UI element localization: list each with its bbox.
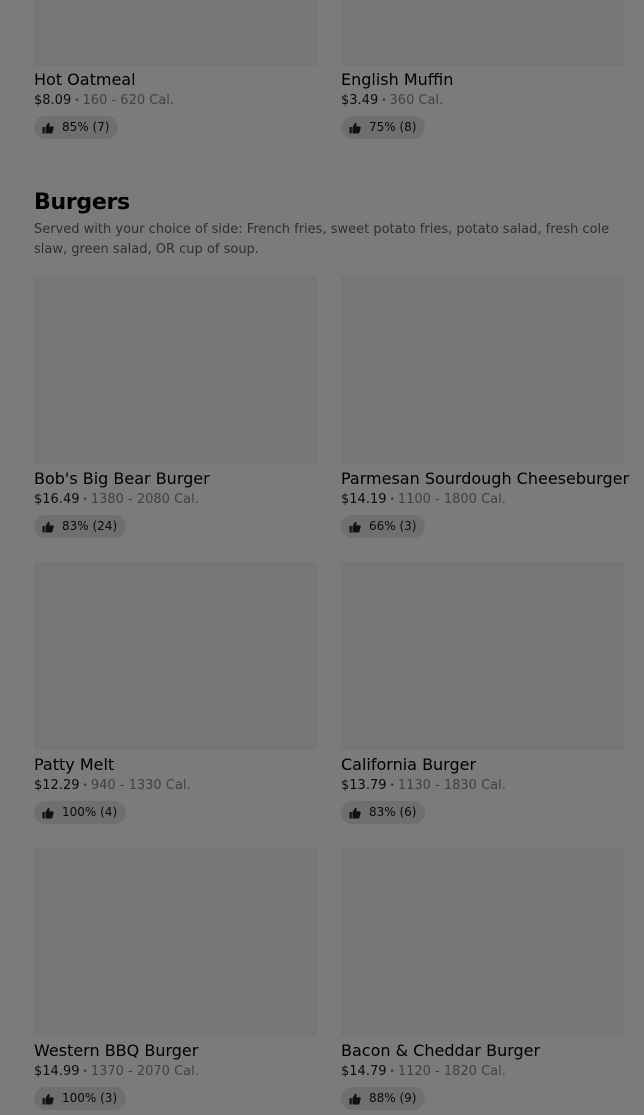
menu-item-card[interactable]: Bob's Big Bear Burger $16.49 • 1380 - 2080… — [34, 276, 317, 538]
rating-badge: 88% (9) — [341, 1087, 426, 1110]
item-name: Hot Oatmeal — [34, 70, 136, 89]
rating-text: 100% (4) — [62, 805, 118, 819]
thumbs-up-icon — [349, 807, 361, 819]
item-meta: $14.19 • 1100 - 1800 Cal. — [341, 491, 624, 509]
rating-badge: 100% (4) — [34, 801, 127, 824]
item-price: $14.19 — [341, 492, 387, 507]
rating-badge: 75% (8) — [341, 116, 426, 139]
item-image — [34, 276, 317, 464]
section-description: Served with your choice of side: French … — [34, 222, 610, 257]
separator-dot: • — [389, 495, 395, 505]
menu-item-card[interactable]: California Burger $13.79 • 1130 - 1830 Cal… — [341, 562, 624, 824]
item-meta: $14.79 • 1120 - 1820 Cal. — [341, 1063, 624, 1081]
item-image — [34, 848, 317, 1036]
rating-text: 100% (3) — [62, 1091, 118, 1105]
item-meta: $12.29 • 940 - 1330 Cal. — [34, 777, 317, 795]
section-title: Burgers — [34, 190, 130, 215]
thumbs-up-icon — [349, 521, 361, 533]
rating-text: 88% (9) — [369, 1091, 417, 1105]
separator-dot: • — [381, 96, 387, 106]
item-image — [341, 0, 624, 66]
item-meta: $16.49 • 1380 - 2080 Cal. — [34, 491, 317, 509]
item-image — [34, 562, 317, 750]
rating-badge: 83% (24) — [34, 515, 127, 538]
thumbs-up-icon — [42, 1093, 54, 1105]
item-image — [341, 276, 624, 464]
item-calories: 160 - 620 Cal. — [82, 93, 175, 108]
rating-text: 83% (6) — [369, 805, 417, 819]
rating-text: 85% (7) — [62, 120, 110, 134]
thumbs-up-icon — [42, 521, 54, 533]
item-name: Western BBQ Burger — [34, 1041, 199, 1060]
item-image — [341, 562, 624, 750]
rating-badge: 83% (6) — [341, 801, 426, 824]
item-name: Bacon & Cheddar Burger — [341, 1041, 541, 1060]
thumbs-up-icon — [42, 807, 54, 819]
thumbs-up-icon — [349, 122, 361, 134]
item-name: Patty Melt — [34, 755, 115, 774]
separator-dot: • — [82, 781, 88, 791]
thumbs-up-icon — [42, 122, 54, 134]
item-price: $14.99 — [34, 1064, 80, 1079]
item-meta: $13.79 • 1130 - 1830 Cal. — [341, 777, 624, 795]
item-price: $3.49 — [341, 93, 379, 108]
item-price: $8.09 — [34, 93, 72, 108]
menu-item-card[interactable]: Parmesan Sourdough Cheeseburger $14.19 • 1… — [341, 276, 630, 538]
item-calories: 940 - 1330 Cal. — [90, 778, 191, 793]
separator-dot: • — [389, 1067, 395, 1077]
item-image — [34, 0, 317, 66]
menu-item-card[interactable]: English Muffin $3.49 • 360 Cal. 75% (8) — [341, 0, 624, 139]
item-calories: 360 Cal. — [389, 93, 444, 108]
rating-text: 66% (3) — [369, 519, 417, 533]
thumbs-up-icon — [349, 1093, 361, 1105]
rating-badge: 66% (3) — [341, 515, 426, 538]
item-image — [341, 848, 624, 1036]
item-meta: $8.09 • 160 - 620 Cal. — [34, 92, 317, 110]
menu-page: Hot Oatmeal $8.09 • 160 - 620 Cal. 85% (7)… — [0, 0, 644, 1115]
item-name: Bob's Big Bear Burger — [34, 469, 210, 488]
item-name: English Muffin — [341, 70, 454, 89]
item-calories: 1100 - 1800 Cal. — [397, 492, 506, 507]
separator-dot: • — [74, 96, 80, 106]
item-meta: $14.99 • 1370 - 2070 Cal. — [34, 1063, 317, 1081]
separator-dot: • — [389, 781, 395, 791]
item-calories: 1380 - 2080 Cal. — [90, 492, 199, 507]
rating-badge: 100% (3) — [34, 1087, 127, 1110]
separator-dot: • — [82, 1067, 88, 1077]
item-price: $12.29 — [34, 778, 80, 793]
item-calories: 1370 - 2070 Cal. — [90, 1064, 199, 1079]
item-calories: 1130 - 1830 Cal. — [397, 778, 506, 793]
item-name: Parmesan Sourdough Cheeseburger — [341, 469, 630, 488]
item-name: California Burger — [341, 755, 477, 774]
item-price: $14.79 — [341, 1064, 387, 1079]
menu-item-card[interactable]: Bacon & Cheddar Burger $14.79 • 1120 - 182… — [341, 848, 624, 1110]
rating-text: 75% (8) — [369, 120, 417, 134]
item-calories: 1120 - 1820 Cal. — [397, 1064, 506, 1079]
item-price: $13.79 — [341, 778, 387, 793]
item-meta: $3.49 • 360 Cal. — [341, 92, 624, 110]
menu-item-card[interactable]: Western BBQ Burger $14.99 • 1370 - 2070 Ca… — [34, 848, 317, 1110]
menu-item-card[interactable]: Hot Oatmeal $8.09 • 160 - 620 Cal. 85% (7) — [34, 0, 317, 139]
separator-dot: • — [82, 495, 88, 505]
item-price: $16.49 — [34, 492, 80, 507]
rating-badge: 85% (7) — [34, 116, 119, 139]
rating-text: 83% (24) — [62, 519, 118, 533]
menu-item-card[interactable]: Patty Melt $12.29 • 940 - 1330 Cal. 100% (… — [34, 562, 317, 824]
